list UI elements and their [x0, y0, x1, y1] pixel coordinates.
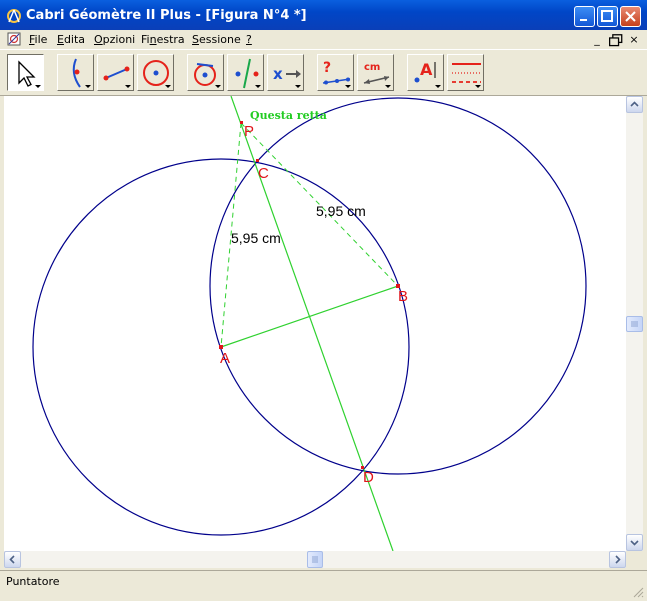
tool-pointer[interactable] — [7, 54, 44, 91]
horizontal-scrollbar[interactable] — [4, 551, 626, 568]
tool-segment[interactable] — [97, 54, 134, 91]
grip-icon — [631, 321, 638, 327]
maximize-button[interactable] — [597, 6, 618, 27]
status-bar: Puntatore — [0, 570, 647, 601]
chevron-left-icon — [9, 555, 15, 564]
dropdown-arrow-icon — [385, 85, 391, 88]
tool-transform[interactable]: x — [267, 54, 304, 91]
close-icon — [625, 11, 636, 22]
menu-help[interactable]: ? — [246, 33, 252, 46]
resize-grip-icon[interactable] — [632, 586, 644, 598]
dropdown-arrow-icon — [345, 85, 351, 88]
dropdown-arrow-icon — [475, 85, 481, 88]
scroll-left-button[interactable] — [4, 551, 21, 568]
minimize-button[interactable] — [574, 6, 595, 27]
measure-pa-label[interactable]: 5,95 cm — [231, 230, 281, 246]
svg-text:x: x — [273, 65, 283, 83]
menu-opzioni[interactable]: Opzioni — [94, 33, 135, 46]
maximize-icon — [601, 10, 613, 22]
scroll-down-button[interactable] — [626, 534, 643, 551]
status-text: Puntatore — [6, 575, 60, 588]
mdi-close-button[interactable]: × — [627, 33, 641, 46]
label-a[interactable]: A — [220, 350, 230, 367]
tool-measure[interactable]: cm — [357, 54, 394, 91]
chevron-right-icon — [615, 555, 621, 564]
app-compass-icon — [7, 9, 21, 23]
dropdown-arrow-icon — [165, 85, 171, 88]
svg-text:?: ? — [323, 60, 331, 76]
vertical-scroll-thumb[interactable] — [626, 316, 643, 332]
point-a-marker[interactable] — [219, 345, 223, 349]
menu-edita[interactable]: Edita — [57, 33, 85, 46]
title-bar: Cabri Géomètre II Plus - [Figura N°4 *] — [0, 0, 647, 30]
label-b[interactable]: B — [398, 288, 408, 305]
geometry-figure[interactable]: A B C D P 5,95 cm 5,95 cm Questa retta — [4, 96, 626, 551]
tool-check-property[interactable]: ? — [317, 54, 354, 91]
close-button[interactable] — [620, 6, 641, 27]
label-d[interactable]: D — [363, 469, 374, 486]
scrollbar-corner — [626, 551, 643, 568]
label-p[interactable]: P — [244, 123, 254, 140]
svg-text:A: A — [420, 60, 433, 79]
horizontal-scroll-thumb[interactable] — [307, 551, 323, 568]
measure-pb-label[interactable]: 5,95 cm — [316, 203, 366, 219]
dropdown-arrow-icon — [215, 85, 221, 88]
dropdown-arrow-icon — [255, 85, 261, 88]
svg-text:cm: cm — [364, 62, 380, 73]
chevron-up-icon — [630, 101, 639, 107]
dropdown-arrow-icon — [35, 85, 41, 88]
tool-curve[interactable] — [57, 54, 94, 91]
line-note-label[interactable]: Questa retta — [250, 109, 327, 122]
mdi-minimize-button[interactable]: _ — [590, 33, 604, 46]
document-icon[interactable] — [7, 32, 21, 46]
point-p-marker[interactable] — [240, 121, 243, 124]
tool-circle[interactable] — [137, 54, 174, 91]
menu-bar: File Edita Opzioni Finestra Sessione ? _… — [0, 30, 647, 49]
drawing-canvas[interactable]: A B C D P 5,95 cm 5,95 cm Questa retta — [4, 96, 626, 551]
scroll-right-button[interactable] — [609, 551, 626, 568]
mdi-restore-icon[interactable] — [609, 34, 623, 47]
segment-ab[interactable] — [220, 285, 399, 348]
grip-icon — [312, 556, 318, 563]
menu-finestra[interactable]: Finestra — [141, 33, 185, 46]
scroll-up-button[interactable] — [626, 96, 643, 113]
chevron-down-icon — [630, 540, 639, 546]
menu-file[interactable]: File — [29, 33, 47, 46]
menu-sessione[interactable]: Sessione — [192, 33, 241, 46]
dropdown-arrow-icon — [125, 85, 131, 88]
tool-text[interactable]: A — [407, 54, 444, 91]
toolbar: x ? cm A — [0, 49, 647, 96]
vertical-scrollbar[interactable] — [626, 96, 643, 551]
label-c[interactable]: C — [258, 165, 269, 182]
tool-rotate[interactable] — [187, 54, 224, 91]
tool-style[interactable] — [447, 54, 484, 91]
window-title: Cabri Géomètre II Plus - [Figura N°4 *] — [26, 8, 307, 23]
dropdown-arrow-icon — [295, 85, 301, 88]
point-c-marker[interactable] — [256, 159, 259, 162]
minimize-icon — [580, 19, 587, 21]
dropdown-arrow-icon — [435, 85, 441, 88]
tool-perpendicular[interactable] — [227, 54, 264, 91]
dropdown-arrow-icon — [85, 85, 91, 88]
